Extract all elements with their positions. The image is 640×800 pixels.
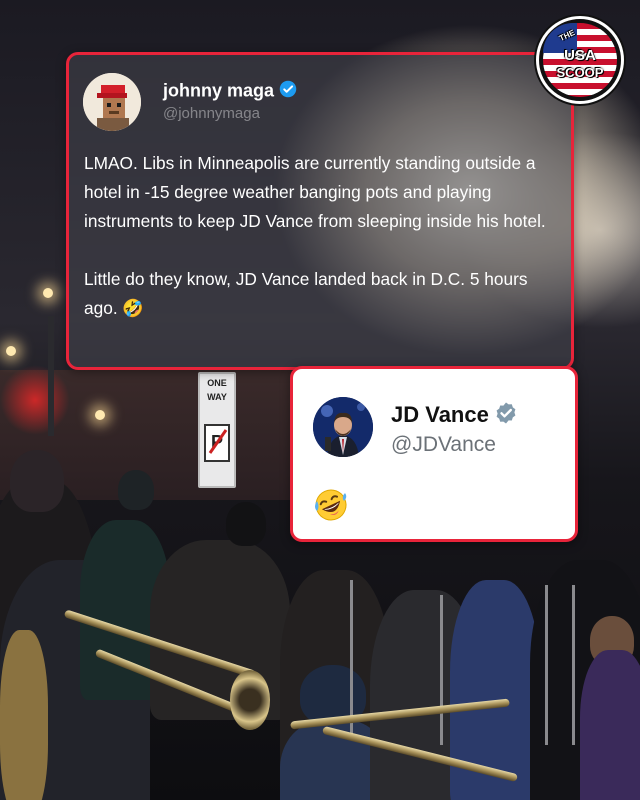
tweet-paragraph: Little do they know, JD Vance landed bac… <box>84 269 528 318</box>
user-handle[interactable]: @johnnymaga <box>163 105 260 122</box>
street-light <box>6 346 16 356</box>
tweet-text: LMAO. Libs in Minneapolis are currently … <box>84 149 554 323</box>
display-name-text: JD Vance <box>391 401 489 427</box>
user-handle[interactable]: @JDVance <box>391 433 496 457</box>
verified-badge-icon <box>279 80 297 103</box>
display-name-text: johnny maga <box>163 80 275 101</box>
street-light <box>95 410 105 420</box>
logo-text: SCOOP <box>556 65 604 80</box>
sign-text: WAY <box>207 392 227 402</box>
display-name[interactable]: johnny maga <box>163 80 297 103</box>
avatar[interactable] <box>313 397 373 457</box>
avatar[interactable] <box>83 73 141 131</box>
tweet-card-jd-vance[interactable]: JD Vance @JDVance 🤣 <box>290 366 578 542</box>
usa-scoop-logo: THE USA SCOOP <box>536 16 624 104</box>
tweet-paragraph: LMAO. Libs in Minneapolis are currently … <box>84 153 546 231</box>
rofl-emoji-icon <box>313 487 349 528</box>
light-pole <box>48 316 54 436</box>
display-name[interactable]: JD Vance <box>391 401 518 431</box>
tweet-card-johnny-maga[interactable]: johnny maga @johnnymaga LMAO. Libs in Mi… <box>66 52 574 370</box>
street-light <box>43 288 53 298</box>
verified-badge-icon <box>494 401 518 431</box>
logo-text: USA <box>564 47 596 64</box>
sign-text: ONE <box>207 378 227 388</box>
